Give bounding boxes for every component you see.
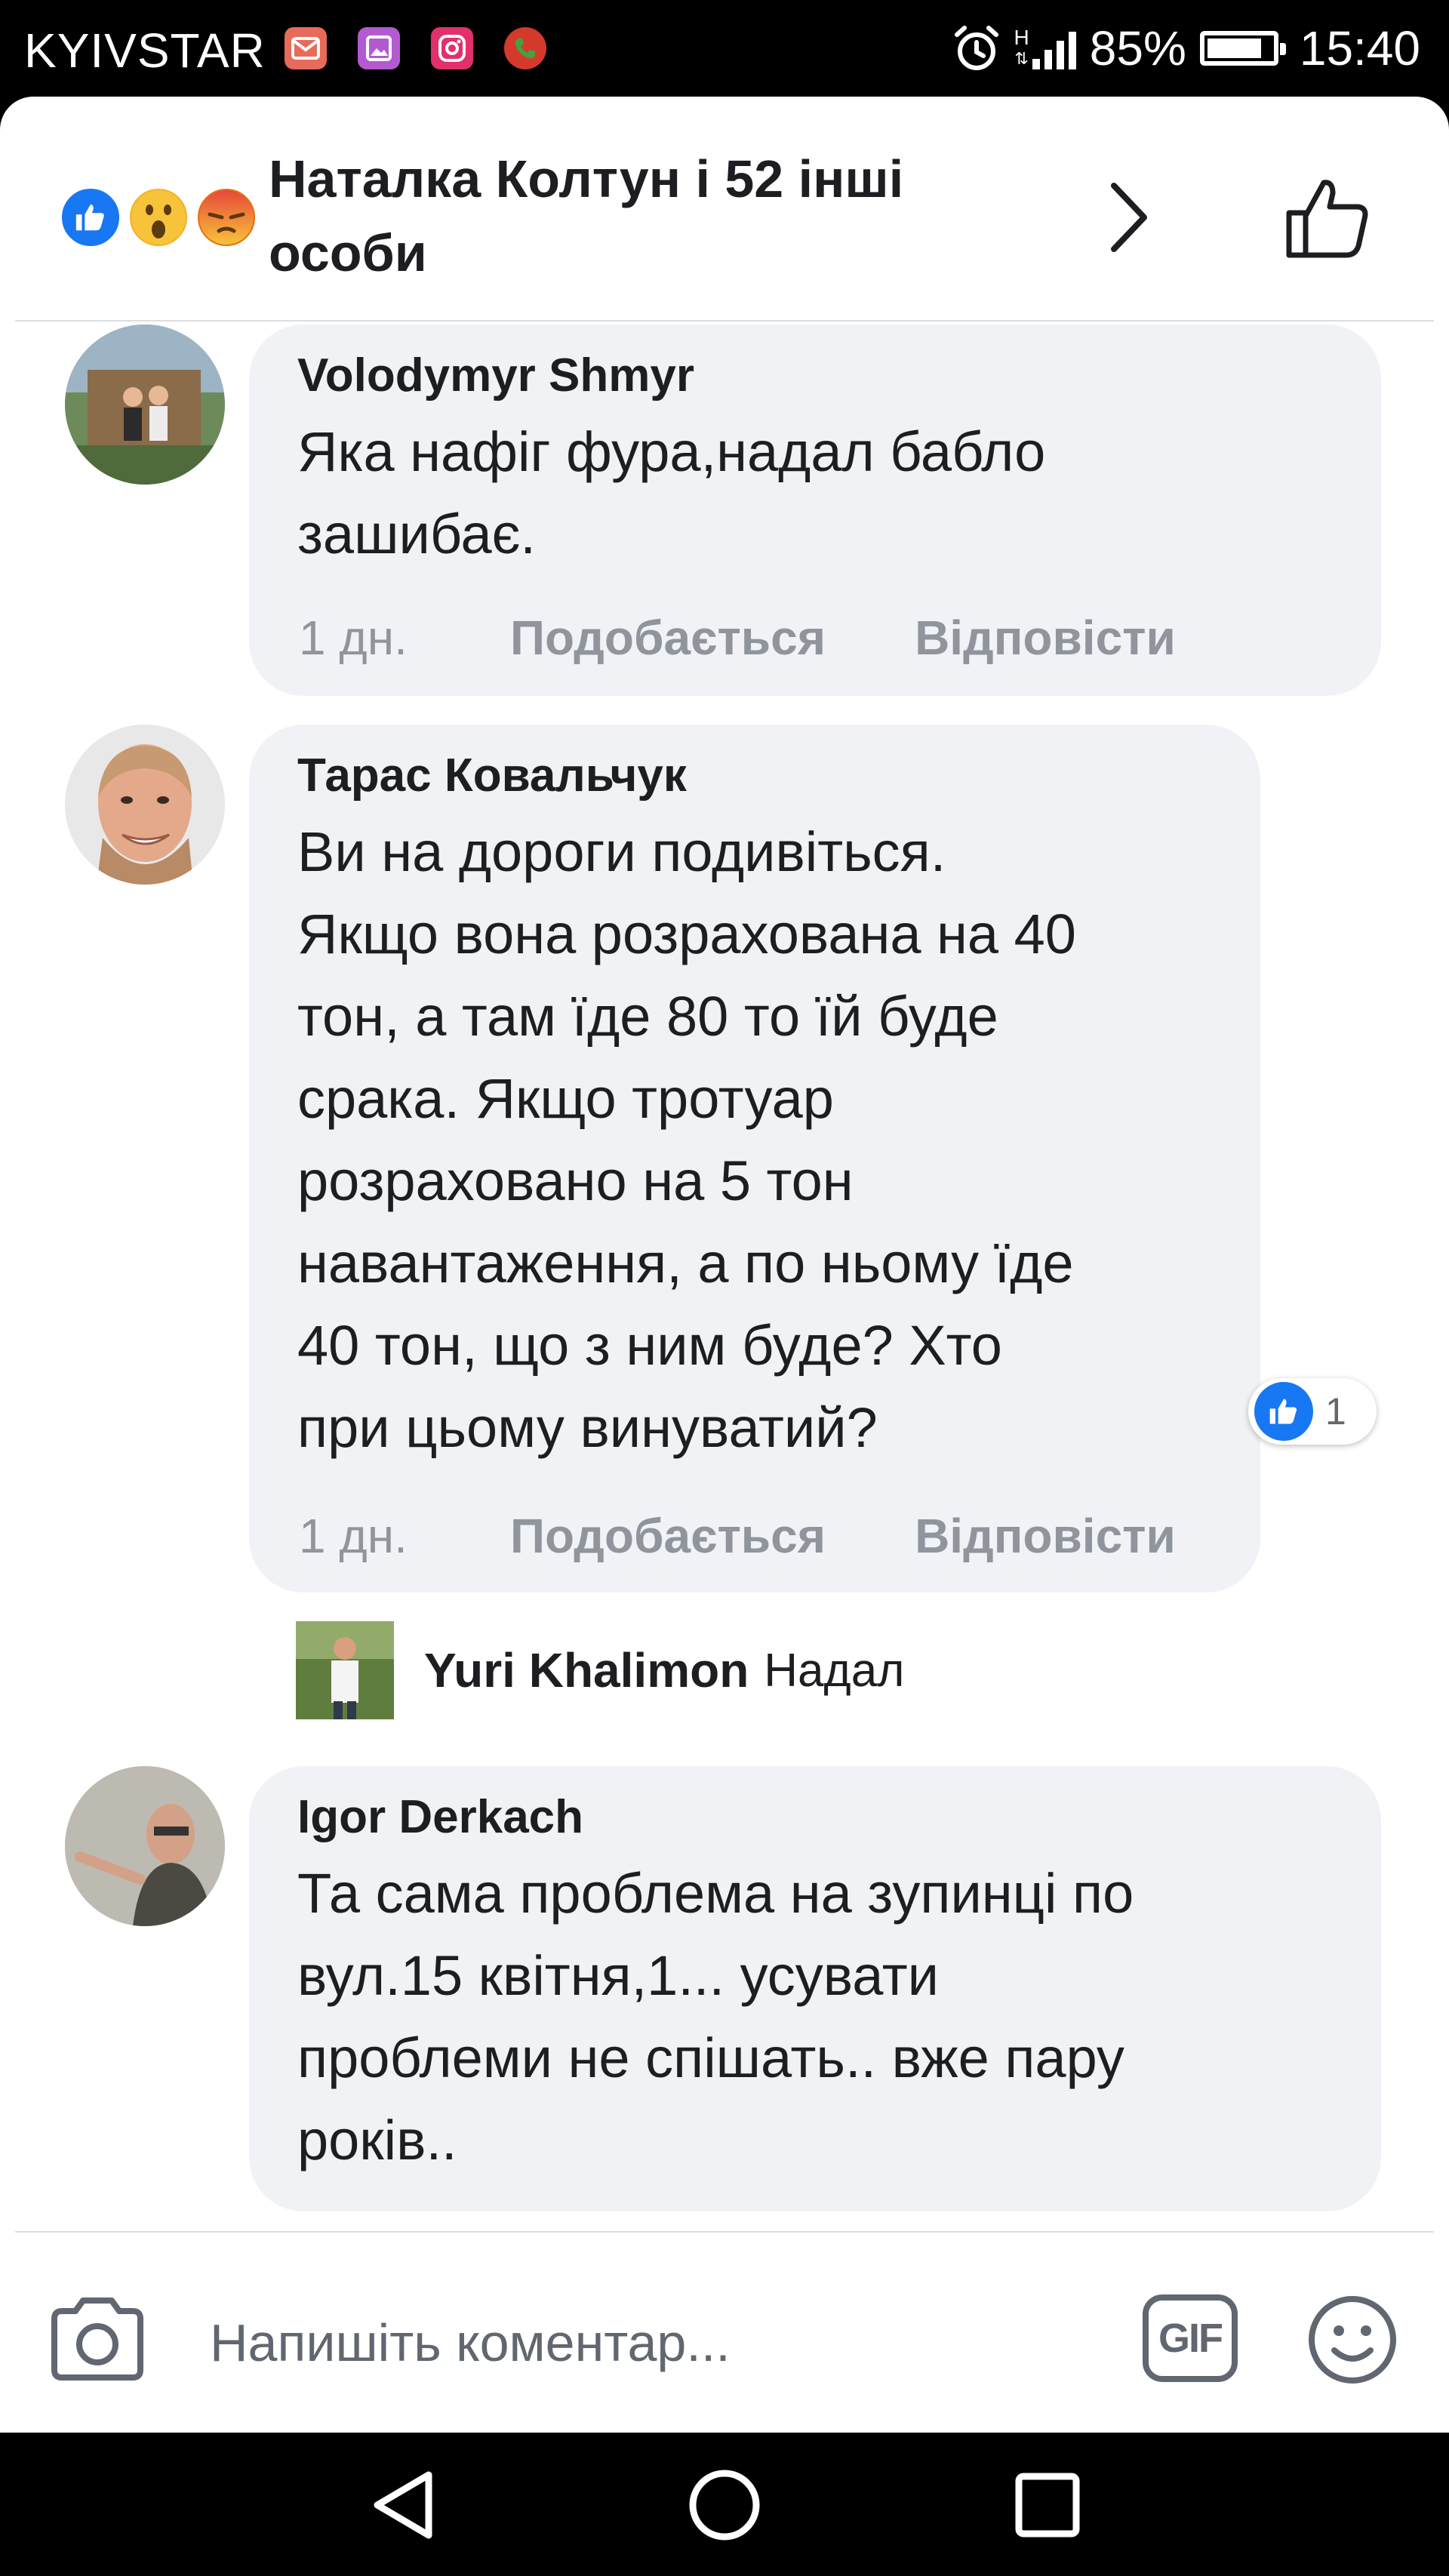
reply-button[interactable]: Відповісти	[915, 1508, 1176, 1564]
alarm-icon	[954, 26, 998, 70]
avatar[interactable]	[65, 1766, 225, 1926]
reply-preview[interactable]: Yuri Khalimon Надал	[296, 1621, 904, 1719]
like-post-button[interactable]	[1283, 174, 1374, 265]
gallery-icon	[358, 27, 400, 69]
comment-reaction-count[interactable]: 1	[1248, 1378, 1377, 1445]
back-button[interactable]	[365, 2467, 441, 2547]
comment-time: 1 дн.	[299, 611, 408, 665]
comment-bubble: Тарас Ковальчук Ви на дороги подивіться.…	[249, 725, 1260, 1593]
comment-text: Ви на дороги подивіться. Якщо вона розра…	[297, 820, 1076, 1459]
thumbs-up-outline-icon	[1286, 180, 1368, 258]
reaction-count: 1	[1325, 1390, 1346, 1433]
android-nav-bar	[0, 2433, 1449, 2576]
comment-text: Та сама проблема на зупинці по вул.15 кв…	[297, 1862, 1134, 2171]
sticker-button[interactable]	[1307, 2294, 1398, 2389]
gif-button[interactable]: GIF	[1143, 2294, 1238, 2382]
wow-reaction-icon	[125, 184, 192, 251]
like-comment-button[interactable]: Подобається	[510, 1508, 826, 1564]
instagram-icon	[431, 27, 473, 69]
like-reaction-icon	[57, 184, 124, 251]
reactors-summary[interactable]: Наталка Колтун і 52 інші особи	[269, 142, 1038, 290]
carrier-name: KYIVSTAR	[24, 23, 266, 78]
reactions-header[interactable]: Наталка Колтун і 52 інші особи	[0, 97, 1449, 320]
chevron-right-icon[interactable]	[1106, 180, 1152, 259]
comment-composer: Напишіть коментар... GIF	[0, 2233, 1449, 2433]
comment-actions: 1 дн. Подобається Відповісти	[299, 1508, 1265, 1564]
reply-button[interactable]: Відповісти	[915, 610, 1176, 666]
status-bar: KYIVSTAR H ⇅ 85% 15:40	[0, 0, 1449, 97]
angry-reaction-icon	[193, 184, 260, 251]
like-comment-button[interactable]: Подобається	[510, 610, 826, 666]
reply-author[interactable]: Yuri Khalimon	[424, 1642, 749, 1698]
camera-icon	[51, 2297, 143, 2381]
recents-square-icon	[1015, 2473, 1080, 2538]
comment-input[interactable]: Напишіть коментар...	[210, 2313, 731, 2373]
smiley-icon	[1309, 2296, 1396, 2384]
status-indicators: H ⇅ 85% 15:40	[952, 20, 1420, 77]
like-reaction-icon	[1254, 1382, 1313, 1441]
battery-icon	[1199, 31, 1286, 66]
reply-text: Надал	[764, 1644, 905, 1697]
avatar[interactable]	[65, 725, 225, 885]
comment-author[interactable]: Volodymyr Shmyr	[297, 347, 1334, 405]
home-circle-icon	[689, 2470, 760, 2541]
comment-bubble: Igor Derkach Та сама проблема на зупинці…	[249, 1766, 1381, 2211]
comment-author[interactable]: Тарас Ковальчук	[297, 747, 1214, 805]
comments-sheet: Наталка Колтун і 52 інші особи Volodymyr…	[0, 97, 1449, 2433]
header-divider	[15, 320, 1434, 322]
mail-icon	[285, 27, 327, 69]
camera-button[interactable]	[48, 2296, 146, 2386]
back-triangle-icon	[374, 2471, 432, 2539]
reply-avatar	[296, 1621, 394, 1719]
phone-icon	[504, 27, 546, 69]
comment-actions: 1 дн. Подобається Відповісти	[299, 610, 1265, 666]
recents-button[interactable]	[1010, 2467, 1085, 2547]
clock: 15:40	[1299, 21, 1420, 75]
comment-text: Яка нафіг фура,надал бабло зашибає.	[297, 420, 1046, 565]
comment-author[interactable]: Igor Derkach	[297, 1789, 1334, 1846]
avatar[interactable]	[65, 325, 225, 485]
network-type: H	[1014, 26, 1029, 49]
comment-time: 1 дн.	[299, 1509, 408, 1563]
battery-percent: 85%	[1089, 21, 1186, 75]
signal-icon: H ⇅	[1014, 27, 1076, 69]
home-button[interactable]	[687, 2467, 762, 2547]
